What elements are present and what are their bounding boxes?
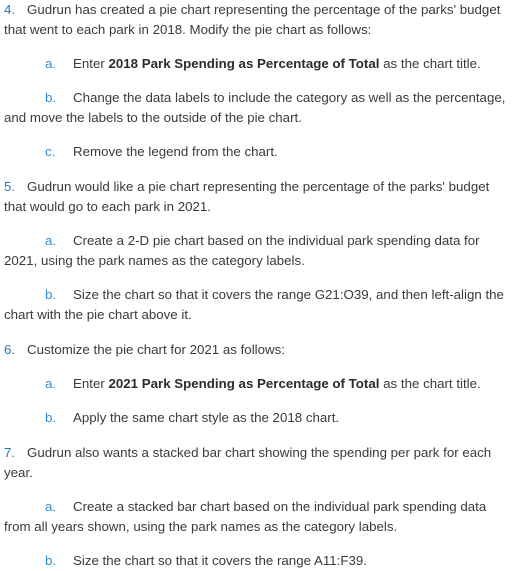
substep-letter: a. [45, 376, 57, 391]
substep-text-after: as the chart title. [379, 56, 481, 71]
step-number: 5. [4, 179, 16, 194]
instruction-step: 5. Gudrun would like a pie chart represen… [4, 177, 514, 217]
substep-text: Enter 2018 Park Spending as Percentage o… [73, 56, 481, 71]
instruction-substep: b. Size the chart so that it covers the r… [4, 285, 516, 325]
instruction-substep: a. Enter 2018 Park Spending as Percentage… [4, 54, 516, 74]
substep-letter: a. [45, 499, 57, 514]
instruction-substep: c. Remove the legend from the chart. [4, 142, 516, 162]
substep-letter: a. [45, 233, 57, 248]
substep-letter: c. [45, 144, 56, 159]
substep-letter: b. [45, 287, 57, 302]
substep-text: Size the chart so that it covers the ran… [73, 553, 367, 568]
step-number: 6. [4, 342, 16, 357]
instruction-substep: b. Change the data labels to include the … [4, 88, 516, 128]
substep-letter: b. [45, 410, 57, 425]
substep-text: Size the chart so that it covers the ran… [4, 287, 504, 322]
step-number: 7. [4, 445, 16, 460]
substep-text: Apply the same chart style as the 2018 c… [73, 410, 340, 425]
substep-text: Enter 2021 Park Spending as Percentage o… [73, 376, 481, 391]
step-text: Gudrun also wants a stacked bar chart sh… [4, 445, 492, 480]
step-text: Customize the pie chart for 2021 as foll… [27, 342, 285, 357]
step-number: 4. [4, 2, 16, 17]
substep-text-before: Enter [73, 56, 109, 71]
substep-text: Change the data labels to include the ca… [4, 90, 506, 125]
substep-text-after: as the chart title. [379, 376, 481, 391]
substep-text: Remove the legend from the chart. [73, 144, 278, 159]
substep-text-before: Enter [73, 376, 109, 391]
substep-letter: b. [45, 553, 57, 568]
instruction-substep: a. Create a stacked bar chart based on th… [4, 497, 516, 537]
instruction-substep: a. Create a 2-D pie chart based on the in… [4, 231, 516, 271]
substep-text: Create a stacked bar chart based on the … [4, 499, 487, 534]
substep-letter: b. [45, 90, 57, 105]
instruction-substep: a. Enter 2021 Park Spending as Percentage… [4, 374, 516, 394]
instruction-substep: b. Apply the same chart style as the 2018… [4, 408, 516, 428]
step-text: Gudrun would like a pie chart representi… [4, 179, 490, 214]
instruction-substep: b. Size the chart so that it covers the r… [4, 551, 516, 571]
instruction-step: 7. Gudrun also wants a stacked bar chart … [4, 443, 514, 483]
document-body: 4. Gudrun has created a pie chart represe… [0, 0, 528, 568]
substep-text: Create a 2-D pie chart based on the indi… [4, 233, 480, 268]
step-text: Gudrun has created a pie chart represent… [4, 2, 501, 37]
substep-text-bold: 2021 Park Spending as Percentage of Tota… [108, 376, 380, 391]
substep-text-bold: 2018 Park Spending as Percentage of Tota… [108, 56, 380, 71]
instruction-step: 4. Gudrun has created a pie chart represe… [4, 0, 514, 40]
instruction-step: 6. Customize the pie chart for 2021 as fo… [4, 340, 514, 360]
substep-letter: a. [45, 56, 57, 71]
